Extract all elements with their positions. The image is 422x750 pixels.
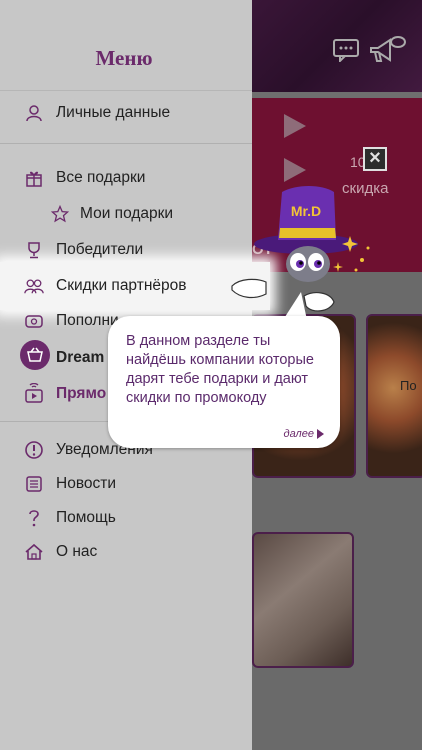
gift-icon xyxy=(24,168,44,188)
star-icon xyxy=(50,204,70,224)
alert-icon xyxy=(24,440,44,460)
tooltip-next-link[interactable]: далее xyxy=(283,428,314,440)
partners-icon xyxy=(24,276,44,296)
menu-item-label: Новости xyxy=(56,475,117,492)
divider xyxy=(0,143,252,144)
menu-title: Меню xyxy=(95,46,153,70)
menu-item-personal-data[interactable]: Личные данные xyxy=(0,96,252,130)
menu-item-my-gifts[interactable]: Мои подарки xyxy=(0,197,252,231)
tv-icon xyxy=(24,383,44,404)
menu-item-label: Мои подарки xyxy=(80,205,174,222)
offer-card-label: По xyxy=(400,378,417,393)
onboarding-tooltip: В данном разделе ты найдёшь компании кот… xyxy=(108,316,340,448)
home-icon xyxy=(24,542,44,562)
menu-item-partner-discounts[interactable]: Скидки партнёров xyxy=(0,269,252,303)
menu-item-label: О нас xyxy=(56,543,98,560)
menu-item-label: Все подарки xyxy=(56,169,146,186)
mascot-mr-d: Mr.D xyxy=(231,186,370,312)
menu-item-winners[interactable]: Победители xyxy=(0,233,252,267)
offer-card[interactable]: По xyxy=(366,314,422,478)
menu-item-label: Помощь xyxy=(56,509,116,526)
user-icon xyxy=(24,103,44,123)
trophy-icon xyxy=(24,240,44,260)
menu-item-label: Скидки партнёров xyxy=(56,277,187,294)
app-header xyxy=(250,0,422,92)
menu-item-label: Dream xyxy=(56,349,105,366)
help-icon xyxy=(24,508,44,528)
menu-item-news[interactable]: Новости xyxy=(0,467,252,501)
menu-item-label: Личные данные xyxy=(56,104,171,121)
divider xyxy=(0,90,252,91)
close-icon[interactable]: × xyxy=(363,147,387,171)
megaphone-icon[interactable] xyxy=(368,34,406,66)
menu-item-label: Победители xyxy=(56,241,144,258)
hat-label: Mr.D xyxy=(291,203,321,219)
menu-item-label: Прямо xyxy=(56,385,107,402)
menu-item-help[interactable]: Помощь xyxy=(0,501,252,535)
chat-icon[interactable] xyxy=(332,38,360,62)
news-icon xyxy=(24,474,44,494)
tooltip-text: В данном разделе ты найдёшь компании кот… xyxy=(126,333,314,406)
offer-card[interactable] xyxy=(252,532,354,668)
chevron-right-icon[interactable] xyxy=(317,429,324,439)
wallet-icon xyxy=(24,311,44,331)
menu-item-about[interactable]: О нас xyxy=(0,535,252,569)
menu-item-all-gifts[interactable]: Все подарки xyxy=(0,161,252,195)
